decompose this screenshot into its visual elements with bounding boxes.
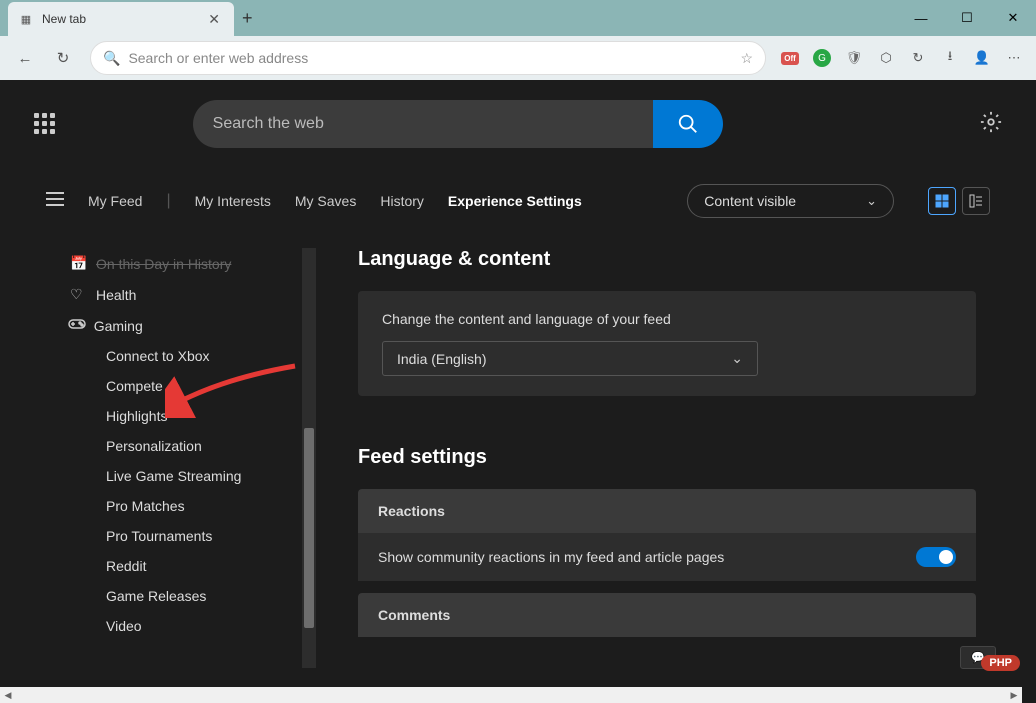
toggle-knob [939, 550, 953, 564]
list-view-button[interactable] [962, 187, 990, 215]
nav-separator: | [166, 192, 170, 210]
comments-header: Comments [358, 593, 976, 637]
sidebar-label: On this Day in History [96, 256, 231, 272]
tab-icon: ▦ [18, 11, 34, 27]
language-description: Change the content and language of your … [382, 311, 952, 327]
sidebar-item-pro-tournaments[interactable]: Pro Tournaments [60, 521, 298, 551]
window-close-button[interactable]: ✕ [990, 0, 1036, 36]
scroll-left-button[interactable]: ◀ [0, 687, 16, 703]
chevron-down-icon: ⌄ [731, 350, 743, 367]
language-value: India (English) [397, 351, 487, 367]
sidebar-item-game-releases[interactable]: Game Releases [60, 581, 298, 611]
menu-icon[interactable]: ⋯ [1000, 44, 1028, 72]
web-search-input[interactable]: Search the web [193, 100, 653, 148]
reactions-text: Show community reactions in my feed and … [378, 549, 724, 565]
sidebar-item-highlights[interactable]: Highlights [60, 401, 298, 431]
favorites-icon[interactable]: ☆ [740, 50, 753, 67]
language-content-title: Language & content [358, 248, 976, 271]
extension-off-icon[interactable]: Off [776, 44, 804, 72]
sidebar-label: Gaming [94, 318, 143, 334]
gamepad-icon [68, 317, 84, 334]
address-bar[interactable]: 🔍 Search or enter web address ☆ [90, 41, 766, 75]
reactions-header: Reactions [358, 489, 976, 533]
heart-icon: ♡ [70, 286, 86, 303]
back-button[interactable]: ← [8, 41, 42, 75]
extensions-icon[interactable]: ⬡ [872, 44, 900, 72]
reactions-toggle[interactable] [916, 547, 956, 567]
php-watermark: PHP [981, 653, 1020, 671]
page-content: Search the web My Feed | My Interests My… [0, 80, 1036, 703]
sidebar-item-compete[interactable]: Compete [60, 371, 298, 401]
window-maximize-button[interactable]: ☐ [944, 0, 990, 36]
apps-grid-icon[interactable] [34, 113, 56, 135]
search-icon: 🔍 [103, 50, 120, 67]
history-icon[interactable]: ↻ [904, 44, 932, 72]
window-minimize-button[interactable]: — [898, 0, 944, 36]
sidebar-item-personalization[interactable]: Personalization [60, 431, 298, 461]
window-titlebar: ▦ New tab ✕ + — ☐ ✕ [0, 0, 1036, 36]
sidebar-item-health[interactable]: ♡ Health [60, 279, 298, 310]
profile-icon[interactable]: 👤 [968, 44, 996, 72]
sidebar: 📅 On this Day in History ♡ Health ◢ [0, 248, 316, 668]
tab-title: New tab [42, 12, 196, 26]
browser-toolbar: ← ↻ 🔍 Search or enter web address ☆ Off … [0, 36, 1036, 80]
web-search-button[interactable] [653, 100, 723, 148]
feed-settings-title: Feed settings [358, 446, 976, 469]
calendar-icon: 📅 [70, 255, 86, 272]
settings-gear-icon[interactable] [980, 111, 1002, 138]
refresh-button[interactable]: ↻ [46, 41, 80, 75]
sidebar-item-live-streaming[interactable]: Live Game Streaming [60, 461, 298, 491]
sidebar-item-video[interactable]: Video [60, 611, 298, 641]
sidebar-item-pro-matches[interactable]: Pro Matches [60, 491, 298, 521]
language-select[interactable]: India (English) ⌄ [382, 341, 758, 376]
downloads-icon[interactable]: ⭳ [936, 44, 964, 72]
hamburger-icon[interactable] [46, 192, 64, 211]
address-placeholder: Search or enter web address [128, 50, 732, 66]
scrollbar-thumb[interactable] [304, 428, 314, 628]
nav-my-saves[interactable]: My Saves [295, 193, 356, 209]
tab-close-button[interactable]: ✕ [204, 11, 224, 28]
sidebar-label: Health [96, 287, 136, 303]
web-search-container: Search the web [193, 100, 723, 148]
language-card: Change the content and language of your … [358, 291, 976, 396]
grid-view-button[interactable] [928, 187, 956, 215]
chevron-down-icon: ⌄ [866, 193, 877, 209]
nav-experience-settings[interactable]: Experience Settings [448, 193, 582, 209]
nav-row: My Feed | My Interests My Saves History … [0, 148, 1036, 218]
settings-panel: Language & content Change the content an… [316, 248, 1036, 668]
new-tab-button[interactable]: + [242, 8, 253, 29]
browser-tab[interactable]: ▦ New tab ✕ [8, 2, 234, 36]
sidebar-item-connect-xbox[interactable]: Connect to Xbox [60, 341, 298, 371]
sidebar-scrollbar[interactable] [302, 248, 316, 668]
content-visible-dropdown[interactable]: Content visible ⌄ [687, 184, 894, 218]
nav-my-interests[interactable]: My Interests [195, 193, 271, 209]
nav-my-feed[interactable]: My Feed [88, 193, 142, 209]
sidebar-item-reddit[interactable]: Reddit [60, 551, 298, 581]
nav-history[interactable]: History [380, 193, 424, 209]
dropdown-label: Content visible [704, 193, 796, 209]
sidebar-item-gaming[interactable]: ◢ Gaming [60, 310, 298, 341]
reactions-row: Show community reactions in my feed and … [358, 533, 976, 581]
extension-grammarly-icon[interactable]: G [808, 44, 836, 72]
horizontal-scrollbar[interactable]: ◀ ▶ [0, 687, 1022, 703]
search-placeholder: Search the web [213, 115, 324, 133]
sidebar-item-history-day[interactable]: 📅 On this Day in History [60, 248, 298, 279]
extension-shield-icon[interactable]: 🛡 [840, 44, 868, 72]
scroll-right-button[interactable]: ▶ [1006, 687, 1022, 703]
